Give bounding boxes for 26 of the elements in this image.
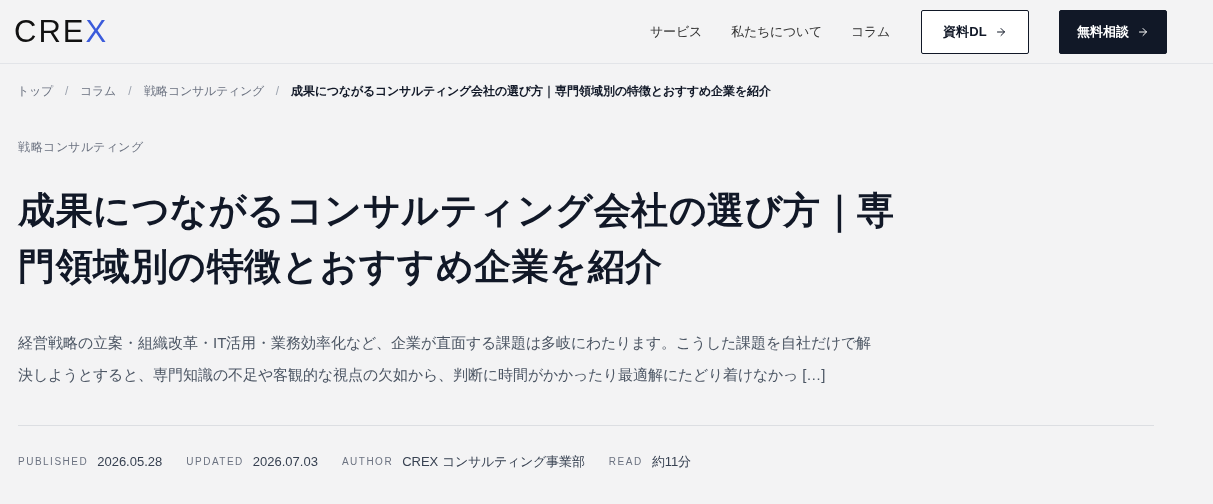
meta-value: CREX コンサルティング事業部	[402, 453, 585, 471]
meta-value: 2026.05.28	[97, 453, 163, 471]
breadcrumb-separator: /	[275, 83, 280, 100]
breadcrumb-separator: /	[65, 83, 69, 100]
meta-label: READ	[608, 455, 643, 470]
arrow-icon	[994, 25, 1007, 38]
logo[interactable]: CREX	[14, 16, 109, 47]
meta-value: 2026.07.03	[252, 453, 318, 471]
nav-link[interactable]: コラム	[851, 21, 890, 42]
arrow-icon	[1137, 25, 1149, 38]
meta-label: PUBLISHED	[18, 455, 89, 470]
article-title: 成果につながるコンサルティング会社の選び方｜専門領域別の特徴とおすすめ企業を紹介	[18, 189, 896, 289]
meta-label: AUTHOR	[341, 455, 394, 470]
nav-link[interactable]: 私たちについて	[731, 21, 822, 42]
category-label: 戦略コンサルティング	[18, 139, 144, 156]
nav-link[interactable]: サービス	[650, 21, 702, 42]
breadcrumb-link[interactable]: 戦略コンサルティング	[143, 82, 264, 100]
article-excerpt: 経営戦略の立案・組織改革・IT活用・業務効率化など、企業が直面する課題は多岐にわたります。こうした課題を自社だけで解決しようとすると、専門知識の不足や客観的な視点の欠如から、判断に時間がかかったり最適解にたどり着けなかっ […]	[18, 333, 873, 385]
meta-value: 約11分	[651, 453, 692, 471]
breadcrumb-link[interactable]: コラム	[80, 82, 117, 100]
breadcrumb-separator: /	[128, 83, 132, 100]
breadcrumb-link[interactable]: 成果につながるコンサルティング会社の選び方｜専門領域別の特徴とおすすめ企業を紹介	[291, 82, 772, 100]
header-button[interactable]: 無料相談	[1059, 9, 1167, 54]
meta-label: UPDATED	[186, 455, 244, 470]
breadcrumb-link[interactable]: トップ	[17, 82, 53, 100]
header-button[interactable]: 資料DL	[921, 9, 1029, 54]
